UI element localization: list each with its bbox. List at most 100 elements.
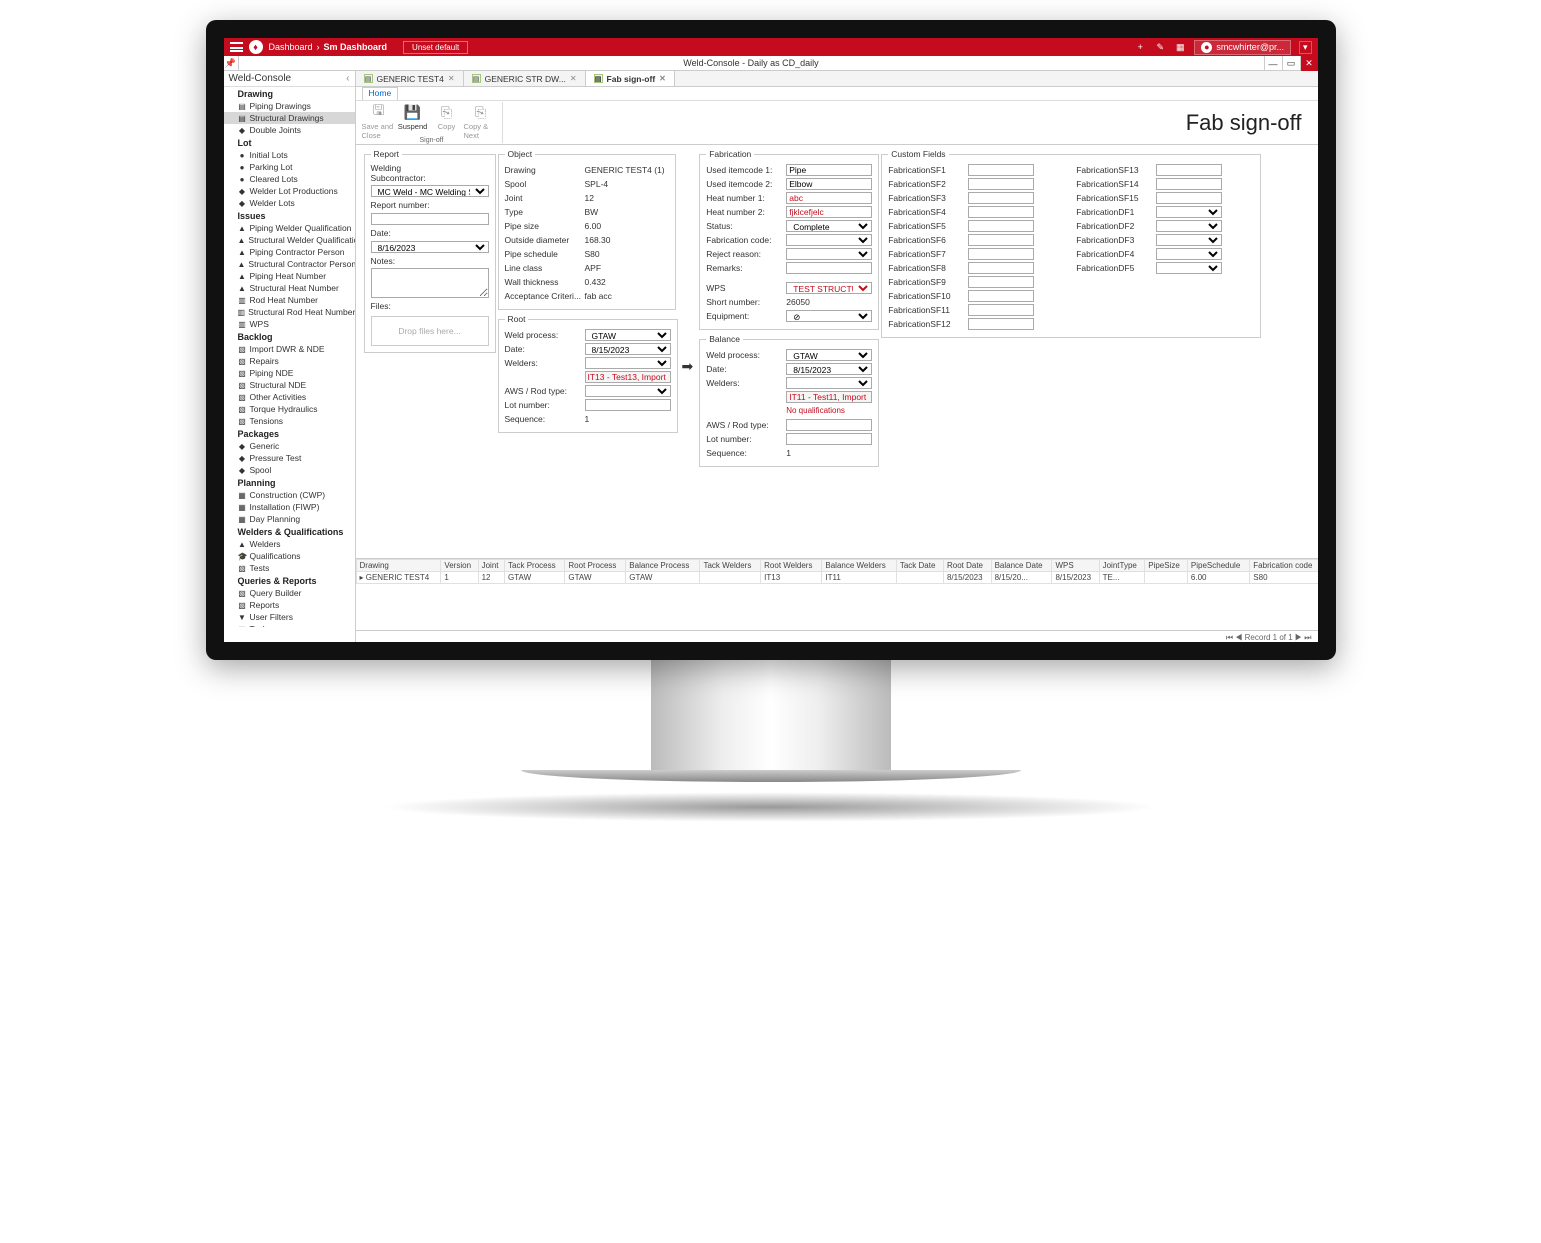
sidebar-nav[interactable]: Drawing▤Piping Drawings▤Structural Drawi… xyxy=(224,87,355,627)
reject-reason-select[interactable] xyxy=(786,248,872,260)
sidebar-item[interactable]: ▲Structural Heat Number xyxy=(224,282,355,294)
grid-header[interactable]: Root Welders xyxy=(761,560,822,572)
grid-cell[interactable] xyxy=(700,572,761,584)
grid-cell[interactable]: GTAW xyxy=(505,572,565,584)
grid-header[interactable]: Tack Welders xyxy=(700,560,761,572)
pager-first-icon[interactable]: ⏮ xyxy=(1226,633,1233,642)
sidebar-item[interactable]: ▤Structural Drawings xyxy=(224,112,355,124)
grid-header[interactable]: Balance Welders xyxy=(822,560,896,572)
menu-icon[interactable] xyxy=(230,42,243,52)
sidebar-item[interactable]: ▲Piping Contractor Person xyxy=(224,246,355,258)
equipment-select[interactable]: ⊘ xyxy=(786,310,872,322)
grid-cell[interactable]: 8/15/2023 xyxy=(1052,572,1099,584)
grid-cell[interactable]: TE... xyxy=(1099,572,1145,584)
sidebar-item[interactable]: ◆Pressure Test xyxy=(224,452,355,464)
unset-default-button[interactable]: Unset default xyxy=(403,41,468,54)
sidebar-item[interactable]: ▧Repairs xyxy=(224,355,355,367)
sidebar-item[interactable]: ◆Generic xyxy=(224,440,355,452)
grid-icon[interactable]: ▦ xyxy=(1174,41,1186,53)
grid-cell[interactable]: GTAW xyxy=(626,572,700,584)
sidebar-item[interactable]: ▧Tensions xyxy=(224,415,355,427)
custom-sf-input[interactable] xyxy=(968,276,1034,288)
balance-lot[interactable] xyxy=(786,433,872,445)
sidebar-item[interactable]: ◆Welder Lot Productions xyxy=(224,185,355,197)
grid-header[interactable]: Drawing xyxy=(356,560,441,572)
sidebar-item[interactable]: ▥Structural Rod Heat Number xyxy=(224,306,355,318)
grid-header[interactable]: WPS xyxy=(1052,560,1099,572)
sidebar-item[interactable]: ▲Welders xyxy=(224,538,355,550)
grid-cell[interactable] xyxy=(1145,572,1188,584)
sidebar-item[interactable]: ▦Installation (FIWP) xyxy=(224,501,355,513)
custom-sf-input[interactable] xyxy=(968,178,1034,190)
grid-cell[interactable]: 6.00 xyxy=(1187,572,1249,584)
status-select[interactable]: Complete xyxy=(786,220,872,232)
grid-cell[interactable]: S80 xyxy=(1250,572,1318,584)
file-dropzone[interactable]: Drop files here... xyxy=(371,316,489,346)
grid-header[interactable]: PipeSchedule xyxy=(1187,560,1249,572)
itemcode2-input[interactable] xyxy=(786,178,872,190)
grid-cell[interactable] xyxy=(896,572,943,584)
sidebar-item[interactable]: ▧Import DWR & NDE xyxy=(224,343,355,355)
remarks-input[interactable] xyxy=(786,262,872,274)
sidebar-item[interactable]: ▦Tasks xyxy=(224,623,355,627)
wps-select[interactable]: TEST STRUCTURAL WPS xyxy=(786,282,872,294)
notes-input[interactable] xyxy=(371,268,489,298)
balance-date[interactable]: 8/15/2023 xyxy=(786,363,872,375)
root-welders[interactable] xyxy=(585,357,671,369)
sidebar-item[interactable]: ▦Day Planning xyxy=(224,513,355,525)
tab[interactable]: ▤GENERIC STR DW...✕ xyxy=(464,71,586,86)
grid-header[interactable]: Balance Date xyxy=(991,560,1052,572)
grid-cell[interactable]: IT13 xyxy=(761,572,822,584)
grid-cell[interactable]: 8/15/20... xyxy=(991,572,1052,584)
grid-header[interactable]: Version xyxy=(441,560,478,572)
tab-close-icon[interactable]: ✕ xyxy=(448,74,455,83)
grid-cell[interactable]: GTAW xyxy=(565,572,626,584)
custom-df-select[interactable] xyxy=(1156,234,1222,246)
root-aws[interactable] xyxy=(585,385,671,397)
tab[interactable]: ▤Fab sign-off✕ xyxy=(586,71,675,86)
sidebar-item[interactable]: ▲Structural Contractor Person xyxy=(224,258,355,270)
collapse-icon[interactable]: ‹ xyxy=(346,73,349,84)
close-button[interactable]: ✕ xyxy=(1300,56,1318,71)
grid-header[interactable]: Tack Date xyxy=(896,560,943,572)
sidebar-item[interactable]: ●Parking Lot xyxy=(224,161,355,173)
heatnumber1-input[interactable] xyxy=(786,192,872,204)
tab-close-icon[interactable]: ✕ xyxy=(659,74,666,83)
pager-prev-icon[interactable]: ◀ xyxy=(1235,633,1242,642)
pin-icon[interactable]: 📌 xyxy=(224,56,239,70)
root-lot[interactable] xyxy=(585,399,671,411)
sidebar-item[interactable]: ▲Piping Welder Qualification xyxy=(224,222,355,234)
custom-df-select[interactable] xyxy=(1156,206,1222,218)
grid-header[interactable]: Balance Process xyxy=(626,560,700,572)
sidebar-item[interactable]: ▧Reports xyxy=(224,599,355,611)
custom-sf-input[interactable] xyxy=(968,304,1034,316)
data-grid[interactable]: DrawingVersionJointTack ProcessRoot Proc… xyxy=(356,558,1318,630)
sidebar-item[interactable]: ▥Rod Heat Number xyxy=(224,294,355,306)
grid-header[interactable]: Root Process xyxy=(565,560,626,572)
user-dropdown-icon[interactable]: ▾ xyxy=(1299,41,1312,54)
maximize-button[interactable]: ▭ xyxy=(1282,56,1300,71)
balance-welders[interactable] xyxy=(786,377,872,389)
sidebar-item[interactable]: ▤Piping Drawings xyxy=(224,100,355,112)
user-menu[interactable]: ● smcwhirter@pr... xyxy=(1194,40,1291,55)
custom-sf-input[interactable] xyxy=(968,234,1034,246)
pager-next-icon[interactable]: ▶ xyxy=(1295,633,1302,642)
sidebar-item[interactable]: ▦Construction (CWP) xyxy=(224,489,355,501)
report-number-input[interactable] xyxy=(371,213,489,225)
root-weld-process[interactable]: GTAW xyxy=(585,329,671,341)
sidebar-item[interactable]: ▧Piping NDE xyxy=(224,367,355,379)
grid-header[interactable]: Joint xyxy=(478,560,504,572)
grid-header[interactable]: Tack Process xyxy=(505,560,565,572)
report-date-select[interactable]: 8/16/2023 xyxy=(371,241,489,253)
sidebar-item[interactable]: ▥WPS xyxy=(224,318,355,330)
custom-sf-input[interactable] xyxy=(968,262,1034,274)
fabcode-select[interactable] xyxy=(786,234,872,246)
status-messages[interactable]: Messages (118) ! xyxy=(1246,647,1311,657)
custom-df-select[interactable] xyxy=(1156,262,1222,274)
grid-header[interactable]: Root Date xyxy=(943,560,991,572)
sidebar-item[interactable]: ▧Query Builder xyxy=(224,587,355,599)
pager[interactable]: ⏮ ◀ Record 1 of 1 ▶ ⏭ xyxy=(356,630,1318,644)
grid-cell[interactable]: 12 xyxy=(478,572,504,584)
custom-sf-input[interactable] xyxy=(968,206,1034,218)
sidebar-item[interactable]: ▲Piping Heat Number xyxy=(224,270,355,282)
